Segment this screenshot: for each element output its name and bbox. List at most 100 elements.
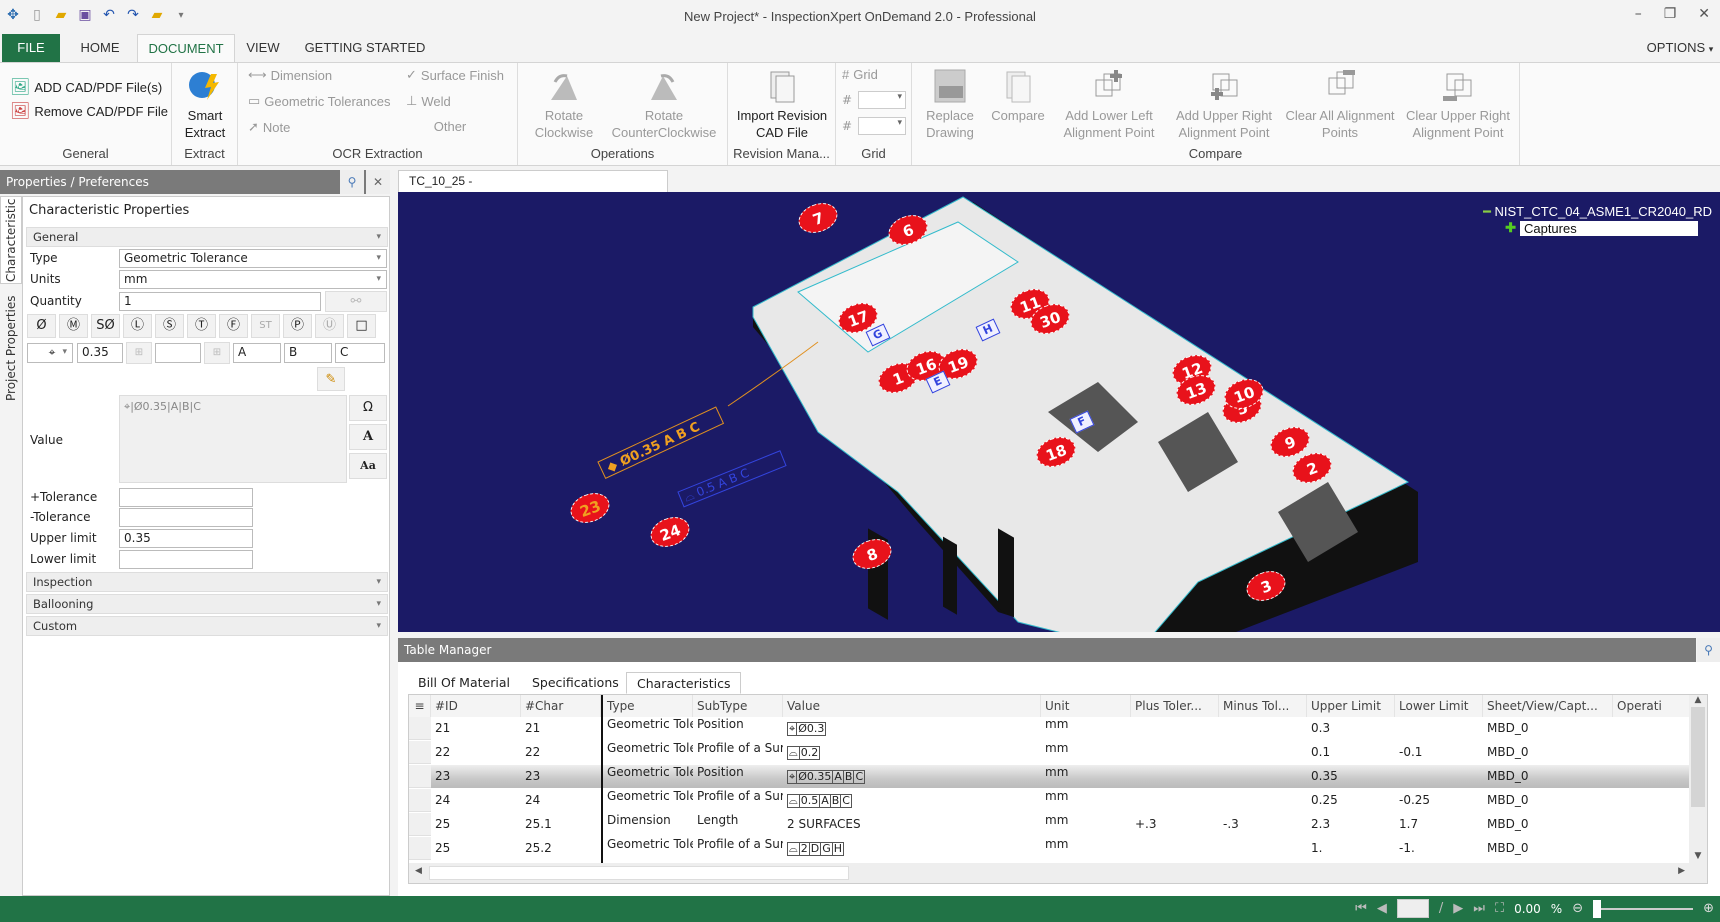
lower-limit-input[interactable] [119,550,253,569]
column-header[interactable]: #ID [431,695,521,717]
cad-viewport[interactable]: ◆ Ø0.35 A B C ⌓ 0.5 A B C 1 2 3 5 6 7 8 9 10 11 12… [398,192,1720,632]
smart-extract-button[interactable]: Smart Extract [172,65,238,141]
column-header[interactable]: SubType [693,695,783,717]
note-button[interactable]: ➚ Note [248,119,290,135]
tab-document[interactable]: DOCUMENT [137,34,235,62]
weld-button[interactable]: ⊥ Weld [406,93,451,109]
font-button[interactable]: A [349,424,387,450]
add-upper-right-alignment-button[interactable]: Add Upper Right Alignment Point [1168,65,1280,141]
prev-page-icon[interactable]: ◀ [1377,901,1387,916]
grid-v-select[interactable] [858,117,906,135]
square-symbol-button[interactable]: □ [347,314,376,338]
last-page-icon[interactable]: ⏭ [1473,901,1485,916]
close-icon[interactable]: ✕ [1698,6,1710,22]
column-header[interactable]: Value [783,695,1041,717]
hscroll-thumb[interactable] [429,866,849,880]
pin-icon[interactable]: ⚲ [340,170,364,194]
scroll-up-icon[interactable]: ▲ [1689,695,1707,705]
section-general[interactable]: General [26,227,388,247]
value-textarea[interactable]: ⌖|Ø0.35|A|B|C [119,395,347,483]
section-ballooning[interactable]: Ballooning [26,594,388,614]
tab-specifications[interactable]: Specifications [522,672,629,694]
lmc-symbol-button[interactable]: Ⓛ [123,314,152,338]
tolerance-input[interactable]: 0.35 [77,343,123,363]
zoom-slider[interactable] [1593,899,1694,918]
import-revision-button[interactable]: Import Revision CAD File [728,65,836,141]
minus-tolerance-input[interactable] [119,508,253,527]
column-header[interactable]: Sheet/View/Capt... [1483,695,1613,717]
replace-drawing-button[interactable]: Replace Drawing [918,65,982,141]
binoculars-button[interactable]: ⚯ [325,291,387,312]
free-state-button[interactable]: Ⓕ [219,314,248,338]
statistical-button[interactable]: ST [251,314,280,338]
row-header[interactable] [409,789,431,812]
grid-button[interactable]: # Grid [842,67,878,82]
zoom-slider-thumb[interactable] [1593,899,1602,918]
tolerance2-input[interactable] [155,343,201,363]
edit-value-button[interactable]: ✎ [317,367,345,391]
row-header[interactable] [409,741,431,764]
scroll-down-icon[interactable]: ▼ [1689,851,1707,861]
page-input[interactable] [1396,899,1429,918]
tab-file[interactable]: FILE [2,34,60,62]
datum-b-input[interactable]: B [284,343,332,363]
insert-modifier2-button[interactable]: ⊞ [204,342,230,364]
tree-root-item[interactable]: ━ NIST_CTC_04_ASME1_CR2040_RD [1483,204,1712,220]
fit-page-icon[interactable]: ⛶ [1495,901,1504,916]
tangent-plane-button[interactable]: Ⓣ [187,314,216,338]
first-page-icon[interactable]: ⏮ [1355,901,1367,916]
plus-tolerance-input[interactable] [119,488,253,507]
datum-a-input[interactable]: A [233,343,281,363]
column-header[interactable]: Plus Toler... [1131,695,1219,717]
omega-symbol-button[interactable]: Ω [349,395,387,421]
tab-characteristics[interactable]: Characteristics [626,672,742,694]
column-header[interactable]: #Char [521,695,601,717]
column-header[interactable]: Upper Limit [1307,695,1395,717]
minimize-icon[interactable]: – [1635,6,1642,22]
pin-icon[interactable]: ⚲ [1697,638,1720,662]
section-custom[interactable]: Custom [26,616,388,636]
remove-cad-pdf-button[interactable]: 🖼 Remove CAD/PDF File [10,101,168,121]
unequal-profile-button[interactable]: Ⓤ [315,314,344,338]
vertical-scrollbar[interactable]: ▲ ▼ [1689,695,1707,863]
tab-bill-of-material[interactable]: Bill Of Material [408,672,520,694]
column-header[interactable]: Lower Limit [1395,695,1483,717]
options-menu[interactable]: OPTIONS ▾ [1640,34,1720,62]
freeze-divider[interactable] [601,695,603,863]
tree-captures-item[interactable]: ✚ Captures [1505,220,1712,236]
scroll-left-icon[interactable]: ◀ [415,866,422,876]
grid-h-select[interactable] [858,91,906,109]
rfs-symbol-button[interactable]: Ⓢ [155,314,184,338]
document-tab[interactable]: TC_10_25 - nist_ctc_04_asme1_cr2040_rd.p… [398,170,668,209]
rotate-counterclockwise-button[interactable]: Rotate CounterClockwise [606,65,722,141]
zoom-in-icon[interactable]: ⊕ [1703,901,1714,916]
section-inspection[interactable]: Inspection [26,572,388,592]
quantity-input[interactable]: 1 [119,292,321,311]
datum-c-input[interactable]: C [335,343,385,363]
rotate-clockwise-button[interactable]: Rotate Clockwise [526,65,602,141]
insert-modifier-button[interactable]: ⊞ [126,342,152,364]
dimension-button[interactable]: ⟷ Dimension [248,67,332,83]
diameter-symbol-button[interactable]: Ø [27,314,56,338]
row-header[interactable] [409,837,431,860]
zoom-out-icon[interactable]: ⊖ [1572,901,1583,916]
next-page-icon[interactable]: ▶ [1453,901,1463,916]
column-header[interactable]: Operati [1613,695,1691,717]
restore-icon[interactable]: ❐ [1664,6,1677,22]
upper-limit-input[interactable]: 0.35 [119,529,253,548]
gdt-symbol-select[interactable]: ⌖ [27,343,73,363]
surface-finish-button[interactable]: ✓ Surface Finish [406,67,504,83]
column-header[interactable]: Unit [1041,695,1131,717]
row-header[interactable] [409,813,431,836]
mmc-symbol-button[interactable]: Ⓜ [59,314,88,338]
add-lower-left-alignment-button[interactable]: Add Lower Left Alignment Point [1054,65,1164,141]
column-header[interactable]: Minus Tol... [1219,695,1307,717]
scroll-right-icon[interactable]: ▶ [1678,866,1685,876]
font-size-button[interactable]: Aa [349,453,387,479]
column-chooser-icon[interactable]: ≡ [409,695,431,717]
spherical-diameter-button[interactable]: SØ [91,314,120,338]
column-header[interactable]: Type [603,695,693,717]
add-cad-pdf-button[interactable]: 🖼 ADD CAD/PDF File(s) [10,77,162,97]
horizontal-scrollbar[interactable]: ◀ ▶ [409,863,1707,883]
compare-button[interactable]: Compare [986,65,1050,124]
